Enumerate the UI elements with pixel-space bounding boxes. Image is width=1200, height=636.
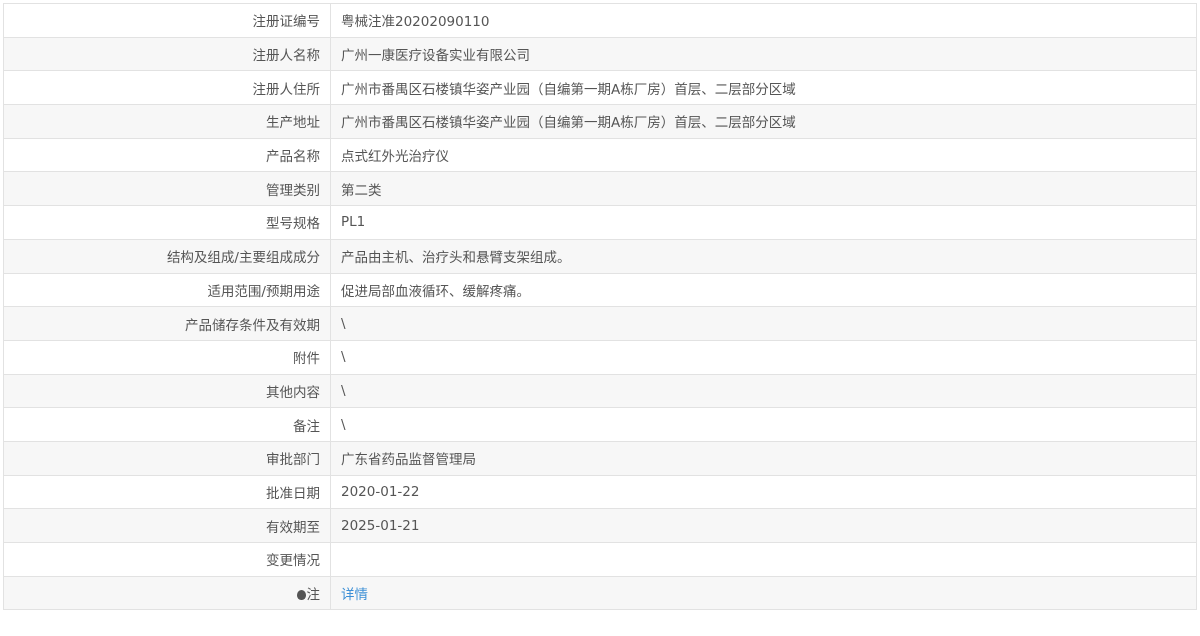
- registration-detail-table: 注册证编号 粤械注准20202090110 注册人名称 广州一康医疗设备实业有限公司注…: [3, 3, 1197, 611]
- table-row: 结构及组成/主要组成成分 产品由主机、治疗头和悬臂支架组成。: [3, 238, 1197, 274]
- table-row: 生产地址 广州市番禺区石楼镇华姿产业园（自编第一期A栋厂房）首层、二层部分区域: [3, 104, 1197, 139]
- table-row: 产品储存条件及有效期 \: [3, 306, 1197, 341]
- row-label: 注: [3, 575, 331, 611]
- row-label: 产品储存条件及有效期: [3, 306, 331, 341]
- note-label: 注: [306, 587, 321, 604]
- lightbulb-icon: [296, 590, 306, 601]
- row-label: 附件: [3, 339, 331, 375]
- row-label: 适用范围/预期用途: [3, 272, 331, 308]
- row-value: 粤械注准20202090110: [330, 3, 1197, 38]
- row-label: 批准日期: [3, 474, 331, 510]
- row-value: 促进局部血液循环、缓解疼痛。: [330, 272, 1197, 308]
- row-value: \: [330, 373, 1197, 409]
- table-row: 产品名称 点式红外光治疗仪: [3, 137, 1197, 173]
- table-row: 附件 \: [3, 339, 1197, 375]
- table-row: 其他内容 \: [3, 373, 1197, 409]
- table-row: 型号规格 PL1: [3, 205, 1197, 240]
- row-value: 广州一康医疗设备实业有限公司: [330, 36, 1197, 72]
- row-value: 广州市番禺区石楼镇华姿产业园（自编第一期A栋厂房）首层、二层部分区域: [330, 70, 1197, 106]
- table-row: 管理类别 第二类: [3, 171, 1197, 207]
- row-value: 广州市番禺区石楼镇华姿产业园（自编第一期A栋厂房）首层、二层部分区域: [330, 104, 1197, 139]
- details-link[interactable]: 详情: [341, 587, 368, 603]
- row-label: 变更情况: [3, 542, 331, 577]
- row-value: 第二类: [330, 171, 1197, 207]
- table-row: 审批部门 广东省药品监督管理局: [3, 440, 1197, 476]
- row-label: 型号规格: [3, 205, 331, 240]
- table-row: 备注 \: [3, 407, 1197, 442]
- table-row: 注册证编号 粤械注准20202090110: [3, 3, 1197, 38]
- row-label: 管理类别: [3, 171, 331, 207]
- row-value: [330, 542, 1197, 577]
- row-value: \: [330, 306, 1197, 341]
- row-label: 产品名称: [3, 137, 331, 173]
- row-label: 其他内容: [3, 373, 331, 409]
- row-label: 注册人住所: [3, 70, 331, 106]
- row-label: 有效期至: [3, 508, 331, 543]
- row-value: 2020-01-22: [330, 474, 1197, 510]
- table-row: 注册人住所 广州市番禺区石楼镇华姿产业园（自编第一期A栋厂房）首层、二层部分区域: [3, 70, 1197, 106]
- table-row: 适用范围/预期用途 促进局部血液循环、缓解疼痛。: [3, 272, 1197, 308]
- row-label: 注册证编号: [3, 3, 331, 38]
- row-value: \: [330, 407, 1197, 442]
- row-label: 注册人名称: [3, 36, 331, 72]
- row-value: \: [330, 339, 1197, 375]
- row-value: 产品由主机、治疗头和悬臂支架组成。: [330, 238, 1197, 274]
- row-label: 结构及组成/主要组成成分: [3, 238, 331, 274]
- table-row-note: 注 详情: [3, 575, 1197, 611]
- row-value: 广东省药品监督管理局: [330, 440, 1197, 476]
- table-row: 有效期至 2025-01-21: [3, 508, 1197, 543]
- row-value: 详情: [330, 575, 1197, 611]
- row-value: PL1: [330, 205, 1197, 240]
- table-row: 注册人名称 广州一康医疗设备实业有限公司: [3, 36, 1197, 72]
- row-label: 生产地址: [3, 104, 331, 139]
- row-value: 2025-01-21: [330, 508, 1197, 543]
- table-row: 变更情况: [3, 542, 1197, 577]
- row-value: 点式红外光治疗仪: [330, 137, 1197, 173]
- table-row: 批准日期 2020-01-22: [3, 474, 1197, 510]
- row-label: 审批部门: [3, 440, 331, 476]
- row-label: 备注: [3, 407, 331, 442]
